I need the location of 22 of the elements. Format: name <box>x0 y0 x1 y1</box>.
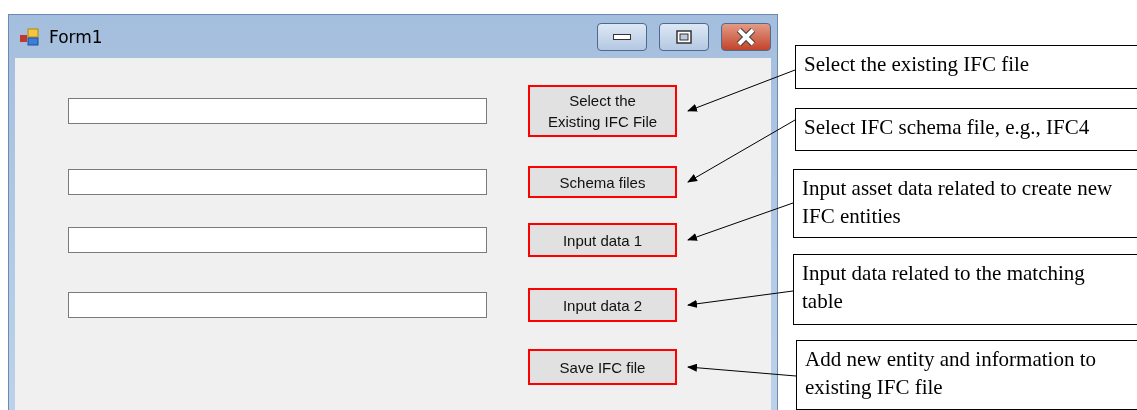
text-field[interactable] <box>68 98 487 124</box>
callout-box: Input data related to the matching table <box>793 254 1137 326</box>
close-icon <box>736 27 756 46</box>
minimize-icon <box>613 33 631 40</box>
maximize-icon <box>676 29 692 44</box>
form-button[interactable]: Schema files <box>528 166 677 198</box>
callout-box: Add new entity and information to existing IFC file <box>796 340 1137 410</box>
form-button[interactable]: Input data 2 <box>528 288 677 322</box>
callout-box: Select IFC schema file, e.g., IFC4 <box>795 107 1137 151</box>
form-button[interactable]: Save IFC file <box>528 349 677 385</box>
callout-box: Select the existing IFC file <box>795 45 1137 89</box>
text-field[interactable] <box>68 292 487 318</box>
form-button[interactable]: Input data 1 <box>528 223 677 257</box>
form-button[interactable]: Select the Existing IFC File <box>528 85 677 137</box>
text-field[interactable] <box>68 227 487 253</box>
window-title: Form1 <box>49 26 104 47</box>
maximize-button[interactable] <box>659 22 709 51</box>
close-button[interactable] <box>721 22 771 51</box>
minimize-button[interactable] <box>597 22 647 51</box>
text-field[interactable] <box>68 169 487 195</box>
app-icon <box>19 26 41 47</box>
callout-box: Input asset data related to create new IFC entities <box>793 168 1137 239</box>
